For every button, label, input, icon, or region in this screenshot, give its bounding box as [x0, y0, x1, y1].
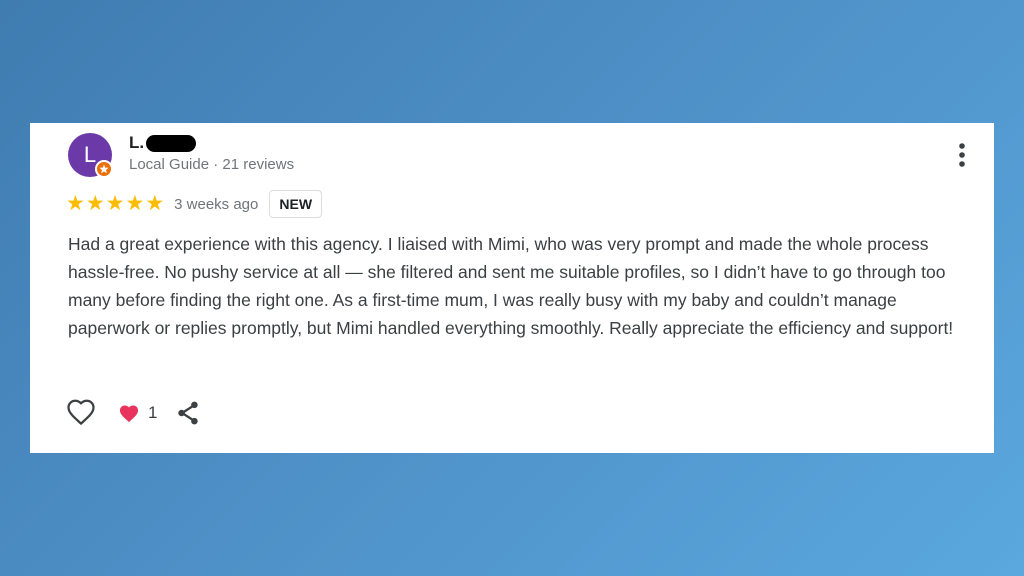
share-button[interactable]: [174, 399, 202, 427]
avatar[interactable]: L: [68, 133, 113, 178]
heart-outline-icon: [67, 399, 95, 425]
heart-filled-icon: [119, 405, 139, 423]
star-rating: ★ ★ ★ ★ ★: [66, 192, 165, 215]
more-vertical-icon: [959, 143, 965, 167]
author-meta: Local Guide · 21 reviews: [129, 156, 295, 173]
avatar-initial: L: [83, 142, 97, 167]
share-icon: [178, 401, 199, 425]
reaction-count-button[interactable]: 1: [118, 403, 157, 423]
star-icon: ★: [145, 192, 165, 215]
more-options-button[interactable]: [952, 141, 972, 169]
like-button[interactable]: [66, 398, 96, 428]
star-icon: ★: [105, 192, 125, 215]
review-text: Had a great experience with this agency.…: [68, 234, 954, 338]
author-name-row: L.: [129, 133, 197, 155]
author-name[interactable]: L.: [129, 133, 144, 153]
rating-row: ★ ★ ★ ★ ★ 3 weeks ago NEW: [66, 189, 323, 219]
review-card: L L. Local Guide · 21 reviews ★ ★ ★ ★ ★ …: [30, 123, 994, 453]
star-icon: ★: [125, 192, 145, 215]
new-badge: NEW: [269, 190, 323, 218]
reaction-count: 1: [148, 403, 158, 422]
local-guide-badge-icon: [95, 160, 113, 178]
star-icon: ★: [66, 192, 85, 215]
star-icon: ★: [85, 192, 105, 215]
review-actions: 1: [66, 398, 202, 428]
review-date: 3 weeks ago: [174, 195, 259, 213]
name-redaction: [146, 134, 197, 152]
